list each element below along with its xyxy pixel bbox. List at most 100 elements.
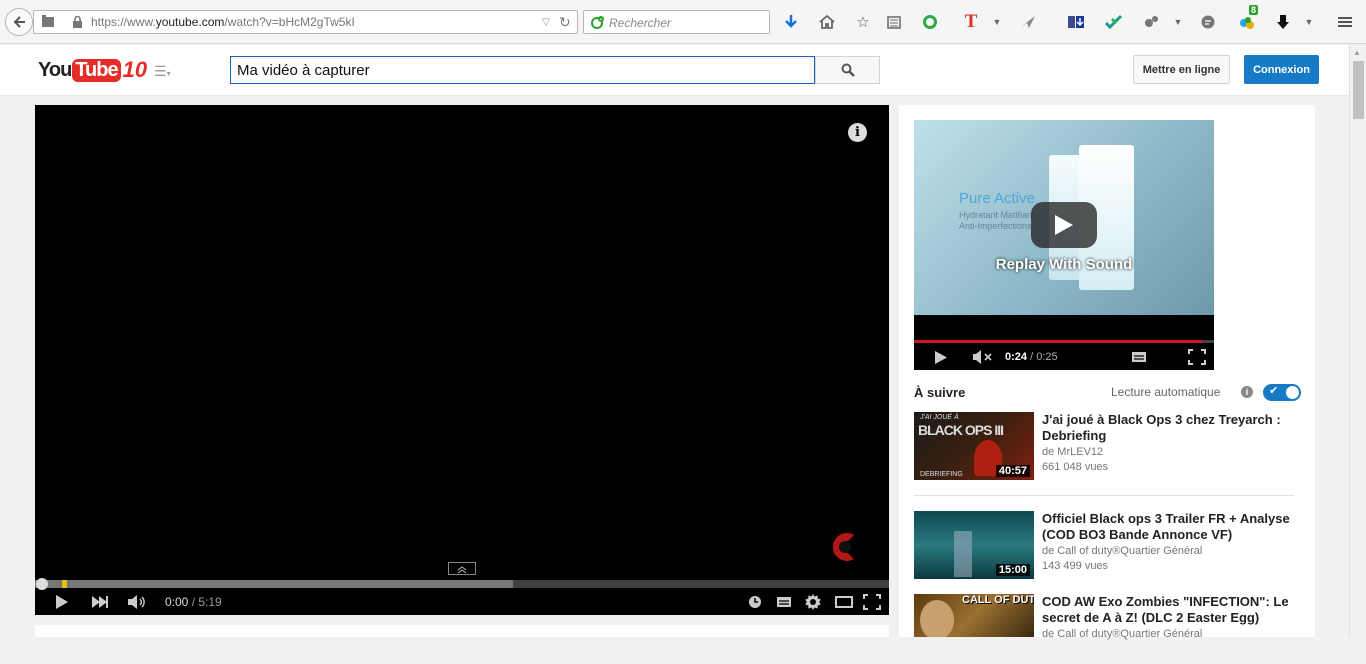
- related-video-item[interactable]: 15:00 Officiel Black ops 3 Trailer FR + …: [914, 511, 1299, 581]
- video-thumbnail[interactable]: CALL OF DUTY: [914, 594, 1034, 637]
- scroll-up-arrow-icon[interactable]: ▲: [1353, 48, 1361, 57]
- lock-icon[interactable]: [72, 15, 83, 34]
- video-thumbnail[interactable]: 15:00: [914, 511, 1034, 579]
- duration: 5:19: [198, 595, 222, 609]
- scrubber-handle[interactable]: [36, 578, 48, 590]
- notification-extension-icon[interactable]: [1237, 12, 1257, 32]
- toggle-knob: [1286, 386, 1299, 399]
- subtitles-button[interactable]: [776, 592, 792, 612]
- download-dropdown-icon[interactable]: ▼: [1299, 12, 1319, 32]
- video-views: 661 048 vues: [1042, 461, 1109, 473]
- back-button[interactable]: [5, 8, 33, 36]
- extension-dropdown-icon[interactable]: ▼: [1168, 12, 1188, 32]
- thumbnail-overlay-text: J'AI JOUÉ À: [920, 414, 959, 421]
- video-title[interactable]: Officiel Black ops 3 Trailer FR + Analys…: [1042, 511, 1292, 543]
- sign-in-button[interactable]: Connexion: [1244, 55, 1319, 84]
- chevron-up-icon: [457, 565, 467, 573]
- ad-play-control[interactable]: [934, 348, 948, 366]
- gear-extension-icon[interactable]: [1141, 12, 1161, 32]
- page-scrollbar[interactable]: ▲: [1349, 45, 1366, 637]
- ad-fullscreen-control[interactable]: [1188, 348, 1206, 366]
- browser-search-bar[interactable]: + Rechercher: [583, 10, 770, 34]
- dropdown-arrow-icon[interactable]: ▽: [542, 17, 550, 28]
- green-checkmark-extension-icon[interactable]: [1104, 12, 1124, 32]
- ad-product-text: Hydratant Matifiant Anti-Imperfections: [959, 210, 1035, 231]
- green-ring-extension-icon[interactable]: [920, 12, 940, 32]
- youtube-search-input[interactable]: [231, 57, 814, 83]
- expand-annotations-button[interactable]: [448, 562, 476, 575]
- ad-brand-text: Pure Active: [959, 190, 1035, 207]
- up-next-heading: À suivre: [914, 385, 966, 400]
- download-icon[interactable]: [781, 12, 801, 32]
- save-extension-icon[interactable]: [1066, 12, 1086, 32]
- chat-bubble-icon[interactable]: [1198, 12, 1218, 32]
- divider: [914, 495, 1294, 496]
- next-icon: [92, 596, 108, 608]
- ad-current-time: 0:24: [1005, 351, 1028, 363]
- next-button[interactable]: [91, 592, 109, 612]
- checkmark-icon: ✔: [1269, 385, 1279, 397]
- video-duration: 15:00: [995, 564, 1030, 576]
- youtube-search-box[interactable]: [230, 56, 815, 84]
- channel-watermark-icon[interactable]: [828, 530, 862, 569]
- video-channel[interactable]: de Call of duty®Quartier Général: [1042, 545, 1202, 557]
- ad-image: Pure Active Hydratant Matifiant Anti-Impe…: [914, 120, 1214, 315]
- ad-time-display: 0:24 / 0:25: [1005, 348, 1058, 366]
- ad-mute-control[interactable]: [972, 348, 994, 366]
- watch-sidebar: Pure Active Hydratant Matifiant Anti-Impe…: [899, 105, 1315, 640]
- loaded-bar: [35, 580, 514, 588]
- guide-menu-icon[interactable]: ☰▾: [154, 63, 171, 80]
- t-extension-icon[interactable]: T: [961, 11, 981, 32]
- theater-icon: [835, 596, 853, 608]
- theater-mode-button[interactable]: [835, 592, 853, 612]
- t-extension-dropdown-icon[interactable]: ▼: [987, 12, 1007, 32]
- settings-button[interactable]: [805, 592, 821, 612]
- history-grid-icon[interactable]: [41, 14, 55, 28]
- watch-later-button[interactable]: [748, 592, 762, 612]
- video-channel[interactable]: de MrLEV12: [1042, 446, 1103, 458]
- related-video-item[interactable]: CALL OF DUTY COD AW Exo Zombies "INFECTI…: [914, 594, 1299, 664]
- video-channel[interactable]: de Call of duty®Quartier Général: [1042, 628, 1202, 640]
- paper-plane-icon[interactable]: [1018, 12, 1038, 32]
- search-icon: [841, 63, 855, 77]
- youtube-search-button[interactable]: [815, 56, 880, 84]
- play-icon: [56, 595, 68, 609]
- home-icon[interactable]: [817, 12, 837, 32]
- volume-button[interactable]: [127, 592, 147, 612]
- info-icon[interactable]: i: [848, 123, 867, 142]
- video-duration: 40:57: [995, 465, 1030, 477]
- fullscreen-button[interactable]: [863, 592, 881, 612]
- ad-time-separator: /: [1027, 351, 1037, 363]
- reload-icon[interactable]: ↻: [559, 14, 571, 31]
- autoplay-info-icon[interactable]: i: [1241, 386, 1253, 398]
- video-views: 143 499 vues: [1042, 560, 1109, 572]
- upload-button[interactable]: Mettre en ligne: [1133, 55, 1230, 84]
- bookmark-star-icon[interactable]: ☆: [853, 12, 873, 32]
- subtitles-icon: [1132, 352, 1146, 362]
- time-display: 0:00 / 5:19: [165, 592, 222, 612]
- play-button[interactable]: [55, 592, 69, 612]
- video-progress-bar[interactable]: [35, 578, 889, 590]
- related-video-item[interactable]: J'AI JOUÉ À BLACK OPS III DEBRIEFING 40:…: [914, 412, 1299, 482]
- ad-subtitles-control[interactable]: [1131, 348, 1147, 366]
- clock-icon: [749, 596, 761, 608]
- gear-icon: [805, 594, 821, 610]
- url-text[interactable]: https://www.youtube.com/watch?v=bHcM2gTw…: [91, 15, 355, 29]
- video-player[interactable]: i 0:00 / 5:19: [35, 105, 889, 615]
- url-bar[interactable]: https://www.youtube.com/watch?v=bHcM2gTw…: [33, 10, 578, 34]
- youtube-logo[interactable]: You Tube 10: [38, 56, 147, 84]
- ad-play-button[interactable]: [1031, 202, 1097, 248]
- video-title[interactable]: J'ai joué à Black Ops 3 chez Treyarch : …: [1042, 412, 1292, 444]
- search-engine-icon[interactable]: +: [590, 15, 606, 36]
- menu-hamburger-icon[interactable]: [1335, 12, 1355, 32]
- browser-search-placeholder: Rechercher: [609, 16, 672, 30]
- replay-with-sound-label[interactable]: Replay With Sound: [914, 256, 1214, 273]
- video-thumbnail[interactable]: J'AI JOUÉ À BLACK OPS III DEBRIEFING 40:…: [914, 412, 1034, 480]
- autoplay-toggle[interactable]: ✔: [1263, 384, 1301, 401]
- ad-video-player[interactable]: Pure Active Hydratant Matifiant Anti-Impe…: [914, 120, 1214, 370]
- svg-text:+: +: [600, 17, 603, 23]
- video-title[interactable]: COD AW Exo Zombies "INFECTION": Le secre…: [1042, 594, 1292, 626]
- scrollbar-thumb[interactable]: [1353, 61, 1364, 119]
- reading-list-icon[interactable]: [884, 12, 904, 32]
- download-arrow-icon[interactable]: [1273, 12, 1293, 32]
